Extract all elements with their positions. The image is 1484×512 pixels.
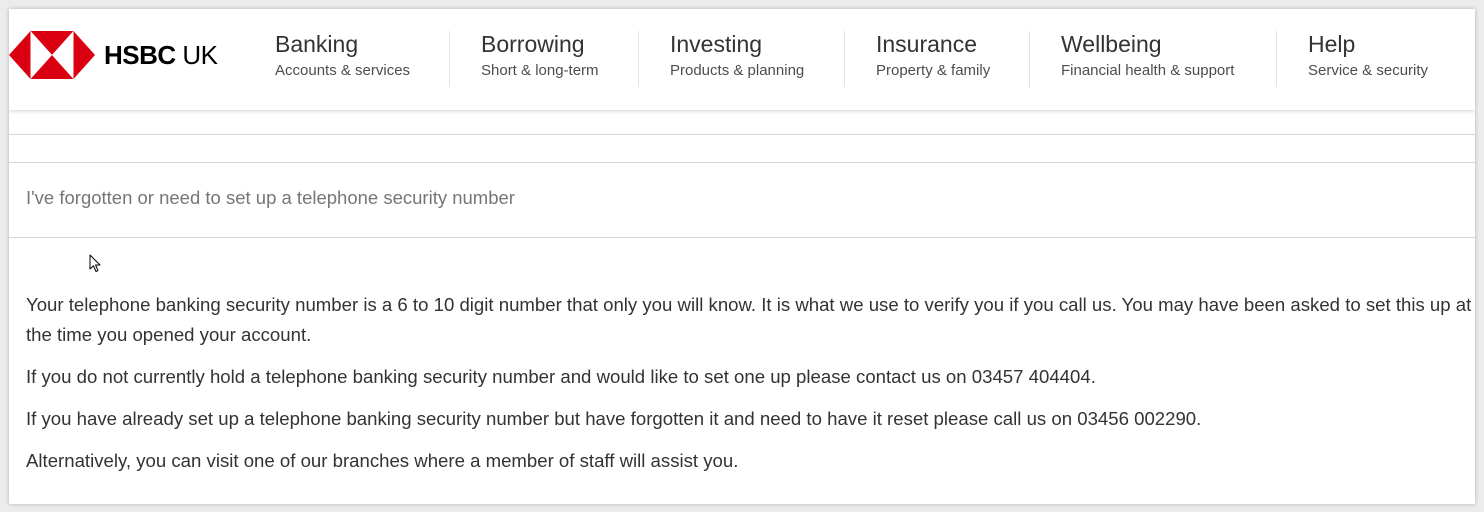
divider — [9, 162, 1475, 163]
answer-paragraph: If you do not currently hold a telephone… — [26, 366, 1096, 387]
nav-item-investing[interactable]: Investing Products & planning — [670, 29, 804, 89]
nav-subtitle: Accounts & services — [275, 62, 411, 79]
nav-item-wellbeing[interactable]: Wellbeing Financial health & support — [1061, 29, 1234, 89]
nav-divider — [844, 31, 845, 87]
nav-title: Investing — [670, 31, 763, 57]
nav-divider — [1276, 31, 1277, 87]
nav-title: Help — [1308, 31, 1356, 57]
site-header: HSBC UK Banking Accounts & services Borr… — [9, 9, 1475, 110]
nav-item-insurance[interactable]: Insurance Property & family — [876, 29, 990, 89]
divider — [9, 134, 1475, 135]
nav-divider — [638, 31, 639, 87]
nav-subtitle: Products & planning — [670, 62, 805, 79]
nav-subtitle: Short & long-term — [481, 62, 599, 79]
nav-title: Banking — [275, 31, 359, 57]
faq-answer: Your telephone banking security number i… — [26, 290, 1474, 488]
nav-divider — [1029, 31, 1030, 87]
nav-divider — [449, 31, 450, 87]
nav-item-help[interactable]: Help Service & security — [1308, 29, 1428, 89]
answer-paragraph: Alternatively, you can visit one of our … — [26, 450, 739, 471]
nav-subtitle: Property & family — [876, 62, 991, 79]
page: HSBC UK Banking Accounts & services Borr… — [9, 9, 1475, 504]
nav-item-borrowing[interactable]: Borrowing Short & long-term — [481, 29, 599, 89]
nav-title: Insurance — [876, 31, 978, 57]
nav-title: Borrowing — [481, 31, 585, 57]
answer-paragraph: Your telephone banking security number i… — [26, 294, 1472, 345]
faq-question-toggle[interactable]: I've forgotten or need to set up a telep… — [26, 187, 515, 209]
nav-subtitle: Service & security — [1308, 62, 1429, 79]
nav-title: Wellbeing — [1061, 31, 1162, 57]
answer-paragraph: If you have already set up a telephone b… — [26, 408, 1202, 429]
nav-item-banking[interactable]: Banking Accounts & services — [275, 29, 410, 89]
mouse-pointer-icon — [89, 254, 101, 272]
divider — [9, 237, 1475, 238]
main-navigation: Banking Accounts & services Borrowing Sh… — [9, 9, 1475, 110]
nav-subtitle: Financial health & support — [1061, 62, 1235, 79]
